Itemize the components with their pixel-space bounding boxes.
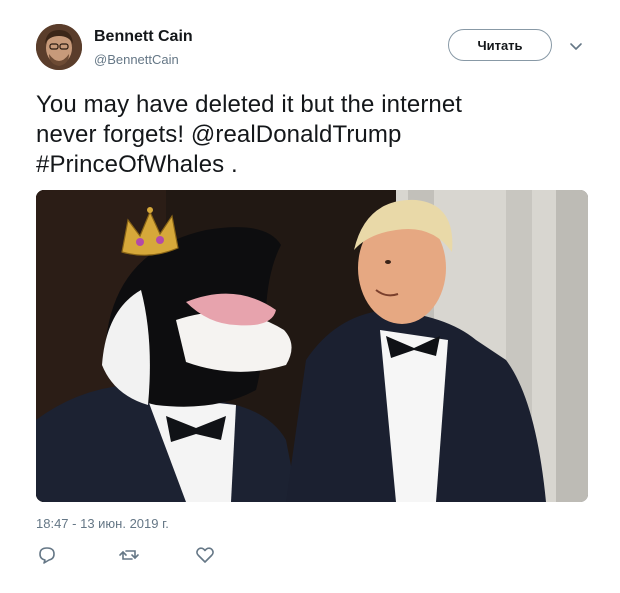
display-name[interactable]: Bennett Cain xyxy=(94,28,193,46)
user-avatar[interactable] xyxy=(36,24,82,70)
user-handle[interactable]: @BennettCain xyxy=(94,52,179,67)
tweet-text: You may have deleted it but the internet… xyxy=(36,90,596,180)
tweet-timestamp[interactable]: 18:47 - 13 июн. 2019 г. xyxy=(36,516,169,531)
tweet-photo[interactable] xyxy=(36,190,588,502)
tweet-card: Bennett Cain @BennettCain Читать You may… xyxy=(0,0,620,593)
tweet-text-line[interactable]: never forgets! @realDonaldTrump xyxy=(36,120,596,150)
chevron-down-icon[interactable] xyxy=(566,36,586,56)
follow-button[interactable]: Читать xyxy=(448,29,552,61)
reply-icon[interactable] xyxy=(36,544,60,568)
tweet-text-line: You may have deleted it but the internet xyxy=(36,91,463,118)
photo-illustration xyxy=(36,190,588,502)
tweet-text-line[interactable]: #PrinceOfWhales . xyxy=(36,150,596,180)
retweet-icon[interactable] xyxy=(118,544,142,568)
avatar-photo xyxy=(36,24,82,70)
heart-icon[interactable] xyxy=(194,544,218,568)
